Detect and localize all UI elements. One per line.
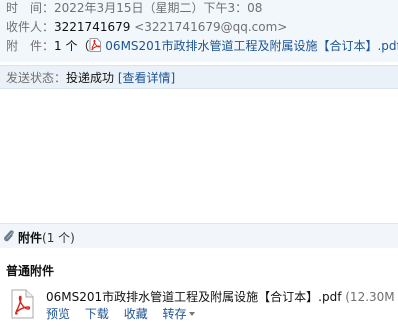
time-value: 2022年3月15日（星期二）下午3：08 (54, 1, 263, 15)
file-size: (12.30M (345, 290, 395, 304)
pdf-file-icon (11, 289, 34, 319)
file-actions: 预览 下载 收藏 转存 (46, 305, 195, 322)
attachment-label: 附 件： (6, 39, 55, 53)
mail-header: 时 间：2022年3月15日（星期二）下午3：08 收件人：3221741679… (0, 0, 398, 62)
download-link[interactable]: 下载 (85, 307, 109, 321)
time-label: 时 间： (6, 1, 55, 15)
status-value: 投递成功 (66, 71, 115, 85)
preview-link[interactable]: 预览 (46, 307, 70, 321)
view-details-link[interactable]: [查看详情] (118, 71, 175, 85)
chevron-down-icon (188, 312, 195, 316)
attachment-count: 1 个（ (54, 39, 90, 53)
normal-attachments-title: 普通附件 (6, 264, 55, 278)
save-to-link[interactable]: 转存 (163, 307, 195, 321)
status-label: 发送状态： (6, 71, 67, 85)
pdf-icon (89, 38, 102, 52)
recipient-label: 收件人： (6, 20, 55, 34)
file-name[interactable]: 06MS201市政排水管道工程及附属设施【合订本】.pdf (46, 290, 341, 304)
attachment-link[interactable]: 06MS201市政排水管道工程及附属设施【合订本】.pdf (105, 39, 398, 53)
attachments-title: 附件 (18, 231, 43, 245)
favorite-link[interactable]: 收藏 (124, 307, 148, 321)
attachment-row: 附 件：1 个（ 06MS201市政排水管道工程及附属设施【合订本】.pdf (6, 38, 398, 54)
attachments-count: (1 个) (42, 231, 75, 245)
recipient-email: <3221741679@qq.com> (134, 20, 288, 34)
send-status-bar: 发送状态：投递成功 [查看详情] (0, 65, 398, 89)
paperclip-icon (4, 230, 14, 242)
file-item: 06MS201市政排水管道工程及附属设施【合订本】.pdf (12.30M (46, 288, 395, 305)
recipient-row: 收件人：3221741679 <3221741679@qq.com> (6, 19, 287, 35)
save-to-label: 转存 (162, 307, 187, 321)
attachments-header: 附件(1 个) (0, 223, 398, 248)
recipient-name[interactable]: 3221741679 (54, 20, 130, 34)
time-row: 时 间：2022年3月15日（星期二）下午3：08 (6, 0, 262, 16)
